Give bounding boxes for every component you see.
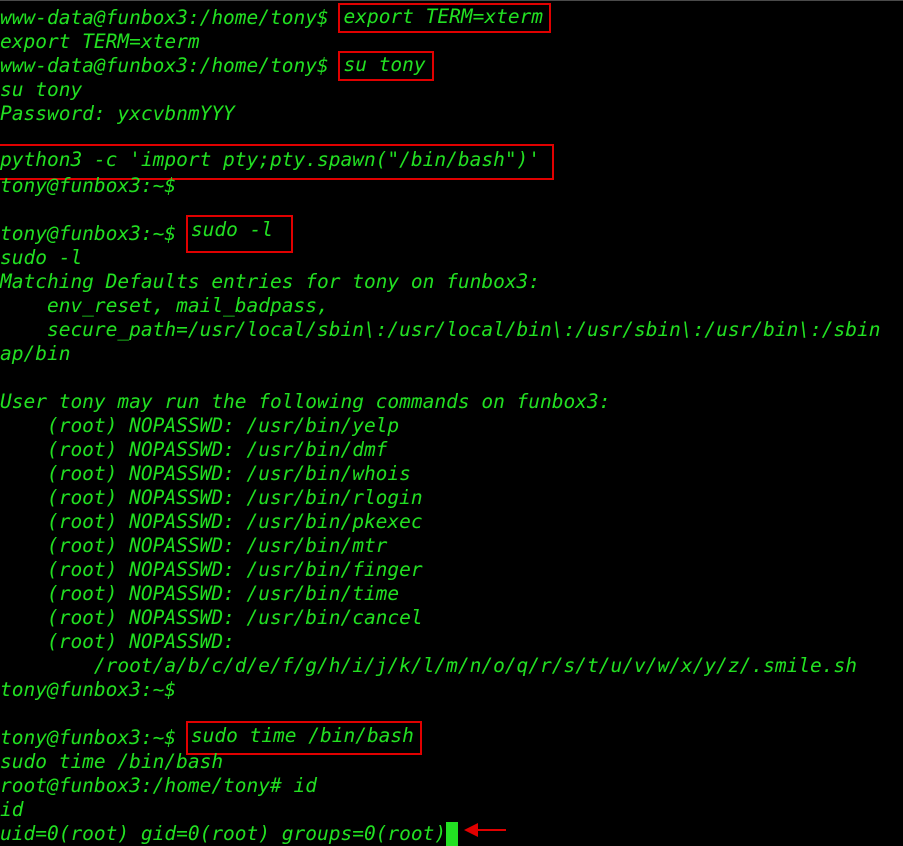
terminal-line-22: (root) NOPASSWD: /usr/bin/pkexec (0, 510, 423, 533)
terminal-line-12: Matching Defaults entries for tony on fu… (0, 270, 541, 293)
id-output: uid=0(root) gid=0(root) groups=0(root) (0, 822, 447, 845)
terminal-line-1: www-data@funbox3:/home/tony$ export TERM… (0, 3, 903, 33)
terminal-line-28: /root/a/b/c/d/e/f/g/h/i/j/k/l/m/n/o/q/r/… (0, 654, 858, 677)
shell-prompt: tony@funbox3:~$ (0, 726, 188, 749)
terminal-line-7: python3 -c 'import pty;pty.spawn("/bin/b… (0, 144, 903, 180)
red-arrow-icon (464, 823, 506, 837)
terminal-line-18: (root) NOPASSWD: /usr/bin/yelp (0, 414, 400, 437)
terminal-line-10: tony@funbox3:~$ sudo -l (0, 215, 903, 253)
terminal-line-16 (0, 366, 903, 390)
terminal-line-31: tony@funbox3:~$ sudo time /bin/bash (0, 721, 903, 755)
terminal-line-9 (0, 198, 903, 222)
terminal-line-21: (root) NOPASSWD: /usr/bin/rlogin (0, 486, 423, 509)
terminal-line-15: ap/bin (0, 342, 71, 365)
shell-prompt: www-data@funbox3:/home/tony$ (0, 54, 341, 77)
terminal-line-35: uid=0(root) gid=0(root) groups=0(root) (0, 822, 903, 846)
terminal-line-13: env_reset, mail_badpass, (0, 294, 329, 317)
terminal-line-29: tony@funbox3:~$ (0, 678, 177, 701)
terminal-line-24: (root) NOPASSWD: /usr/bin/finger (0, 558, 423, 581)
highlighted-command-export: export TERM=xterm (338, 3, 552, 33)
terminal-line-17: User tony may run the following commands… (0, 390, 611, 413)
terminal-line-19: (root) NOPASSWD: /usr/bin/dmf (0, 438, 388, 461)
terminal-line-34: id (0, 798, 24, 821)
terminal-line-27: (root) NOPASSWD: (0, 630, 235, 653)
highlighted-command-sudo-time: sudo time /bin/bash (185, 721, 422, 755)
shell-prompt: www-data@funbox3:/home/tony$ (0, 6, 341, 29)
terminal-line-8: tony@funbox3:~$ (0, 174, 177, 197)
shell-prompt: tony@funbox3:~$ (0, 222, 188, 245)
terminal-line-5: Password: yxcvbnmYYY (0, 102, 235, 125)
terminal-line-30 (0, 702, 903, 726)
terminal-line-32: sudo time /bin/bash (0, 750, 224, 773)
terminal-line-20: (root) NOPASSWD: /usr/bin/whois (0, 462, 411, 485)
terminal-line-2: export TERM=xterm (0, 30, 200, 53)
terminal-line-3: www-data@funbox3:/home/tony$ su tony (0, 51, 903, 81)
terminal-line-14: secure_path=/usr/local/sbin\:/usr/local/… (0, 318, 881, 341)
terminal-line-25: (root) NOPASSWD: /usr/bin/time (0, 582, 400, 605)
terminal-line-26: (root) NOPASSWD: /usr/bin/cancel (0, 606, 423, 629)
terminal-line-23: (root) NOPASSWD: /usr/bin/mtr (0, 534, 388, 557)
terminal-line-33: root@funbox3:/home/tony# id (0, 774, 317, 797)
terminal-cursor (446, 822, 459, 846)
terminal-window[interactable]: www-data@funbox3:/home/tony$ export TERM… (0, 0, 903, 846)
highlighted-command-su: su tony (338, 51, 434, 81)
terminal-line-4: su tony (0, 78, 83, 101)
terminal-line-11: sudo -l (0, 246, 83, 269)
